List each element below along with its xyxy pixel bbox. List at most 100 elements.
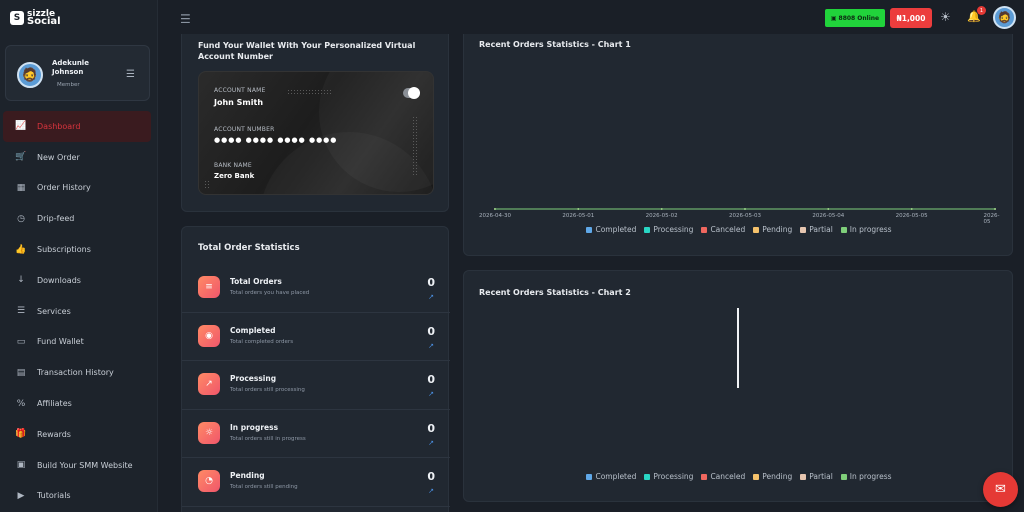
stat-description: Total orders still in progress	[230, 435, 306, 442]
sidebar-item-rewards[interactable]: 🎁 Rewards	[3, 419, 151, 450]
sidebar-item-services[interactable]: ☰ Services	[3, 296, 151, 327]
sidebar-item-new-order[interactable]: 🛒 New Order	[3, 142, 151, 173]
stat-name: In progress	[230, 422, 279, 432]
stat-description: Total orders you have placed	[230, 290, 310, 296]
legend-swatch	[644, 226, 651, 233]
sidebar: S sizzle Social 🧔 Adekunle Johnson Membe…	[0, 0, 158, 512]
legend-item[interactable]: Canceled	[701, 472, 745, 481]
stat-value: 0	[427, 470, 435, 483]
gift-icon: 🎁	[15, 429, 27, 440]
stat-name: Pending	[230, 471, 265, 480]
legend-item[interactable]: Processing	[644, 225, 693, 234]
online-count-button[interactable]: ▣ 8808 Online	[825, 9, 885, 27]
data-point[interactable]	[660, 208, 663, 210]
logo-bottom-text: Social	[27, 16, 61, 27]
legend-item[interactable]: Pending	[753, 472, 792, 481]
legend-label: Processing	[653, 225, 694, 234]
sidebar-item-build-your-smm-website[interactable]: ▣ Build Your SMM Website	[3, 450, 151, 481]
x-tick-label: 2026-05	[983, 213, 1000, 225]
chart-2-card: Recent Orders Statistics - Chart 2 Compl…	[463, 270, 1013, 502]
sidebar-item-order-history[interactable]: ▦ Order History	[3, 173, 151, 204]
theme-toggle-icon[interactable]: ☀	[940, 10, 951, 24]
mail-button[interactable]: ✉	[983, 472, 1018, 507]
user-name: Adekunle Johnson	[52, 59, 89, 76]
stat-row: ≡ Total Orders Total orders you have place…	[182, 264, 450, 313]
avatar[interactable]: 🧔	[17, 62, 43, 88]
arrow-up-right-icon[interactable]: ↗	[428, 342, 434, 350]
sidebar-item-drip-feed[interactable]: ◷ Drip-feed	[3, 203, 151, 234]
sidebar-item-fund-wallet[interactable]: ▭ Fund Wallet	[3, 327, 151, 358]
balance-button[interactable]: ₦1,000	[890, 8, 932, 28]
legend-item[interactable]: Completed	[586, 225, 636, 234]
sidebar-item-label: Subscriptions	[37, 245, 91, 255]
sidebar-item-dashboard[interactable]: 📈 Dashboard	[3, 111, 151, 142]
sidebar-item-affiliates[interactable]: % Affiliates	[3, 388, 151, 419]
legend-item[interactable]: Completed	[586, 472, 636, 481]
notification-badge: 1	[977, 6, 986, 15]
x-tick-label: 2026-05-05	[895, 213, 928, 219]
legend-item[interactable]: Partial	[800, 225, 833, 234]
sidebar-item-label: New Order	[37, 152, 80, 162]
sidebar-item-label: Downloads	[37, 275, 81, 285]
x-tick-label: 2026-05-01	[562, 213, 595, 219]
legend-item[interactable]: Partial	[800, 472, 833, 481]
chart-1	[494, 208, 996, 210]
legend-swatch	[644, 473, 651, 480]
logo[interactable]: S sizzle Social	[10, 7, 61, 29]
sidebar-item-label: Build Your SMM Website	[37, 460, 133, 470]
account-number-label: ACCOUNT NUMBER	[214, 126, 275, 133]
sidebar-item-transaction-history[interactable]: ▤ Transaction History	[3, 357, 151, 388]
bank-name-label: BANK NAME	[214, 162, 252, 169]
legend-item[interactable]: In progress	[840, 472, 892, 481]
timer-icon: ◔	[198, 470, 220, 492]
sidebar-item-label: Dashboard	[37, 121, 81, 131]
legend-item[interactable]: In progress	[840, 225, 892, 234]
sun-icon: ☼	[198, 421, 220, 444]
x-tick-label: 2026-05-04	[812, 213, 845, 219]
legend-label: Partial	[809, 225, 833, 234]
list-icon: ≡	[198, 276, 220, 298]
data-point[interactable]	[744, 208, 746, 210]
chart-1-card: Recent Orders Statistics - Chart 1 2026-…	[463, 34, 1013, 256]
arrow-up-right-icon[interactable]: ↗	[428, 487, 434, 495]
arrow-up-right-icon[interactable]: ↗	[428, 293, 434, 301]
legend-label: Pending	[762, 225, 793, 234]
sidebar-item-downloads[interactable]: ↓ Downloads	[3, 265, 151, 296]
account-number: ●●●● ●●●● ●●●● ●●●●	[214, 136, 338, 144]
online-icon: ▣	[830, 14, 837, 22]
sidebar-item-subscriptions[interactable]: 👍 Subscriptions	[3, 234, 151, 265]
data-point[interactable]	[910, 208, 913, 210]
data-point[interactable]	[827, 208, 830, 210]
download-icon: ↓	[17, 275, 25, 286]
data-point[interactable]	[994, 208, 996, 210]
cart-icon: 🛒	[15, 152, 27, 163]
stat-row: ◉ Completed Total completed orders 0 ↗	[182, 313, 450, 361]
sidebar-item-label: Transaction History	[37, 368, 114, 378]
wallet-title: Fund Your Wallet With Your Personalized …	[198, 41, 416, 61]
menu-toggle-icon[interactable]: ☰	[180, 12, 191, 26]
order-stats-card: Total Order Statistics ≡ Total Orders Tota…	[181, 226, 450, 512]
account-name-label: ACCOUNT NAME	[214, 87, 266, 94]
arrow-up-right-icon[interactable]: ↗	[428, 439, 434, 447]
wallet-card: Fund Your Wallet With Your Personalized …	[181, 34, 449, 212]
legend-swatch	[800, 473, 807, 480]
legend-item[interactable]: Canceled	[701, 225, 745, 234]
data-point[interactable]	[577, 208, 580, 210]
card-dot-pattern	[412, 116, 419, 176]
top-avatar[interactable]: 🧔	[993, 6, 1016, 29]
online-count: 8808 Online	[838, 14, 880, 22]
legend-label: Completed	[595, 225, 637, 234]
wallet-icon: ▭	[16, 336, 26, 347]
chart-1-legend: Completed Processing Canceled Pending Partia…	[464, 225, 1014, 234]
legend-item[interactable]: Pending	[753, 225, 792, 234]
arrow-up-right-icon[interactable]: ↗	[428, 390, 434, 398]
sidebar-item-tutorials[interactable]: ▶ Tutorials	[3, 481, 151, 512]
x-tick-label: 2026-05-02	[645, 213, 678, 219]
legend-swatch	[753, 226, 760, 233]
card-toggle[interactable]	[403, 87, 420, 99]
filter-icon[interactable]: ☰	[126, 69, 135, 80]
legend-item[interactable]: Processing	[644, 472, 693, 481]
data-point[interactable]	[494, 208, 496, 210]
stats-title: Total Order Statistics	[198, 243, 300, 253]
sidebar-item-label: Fund Wallet	[37, 337, 84, 347]
